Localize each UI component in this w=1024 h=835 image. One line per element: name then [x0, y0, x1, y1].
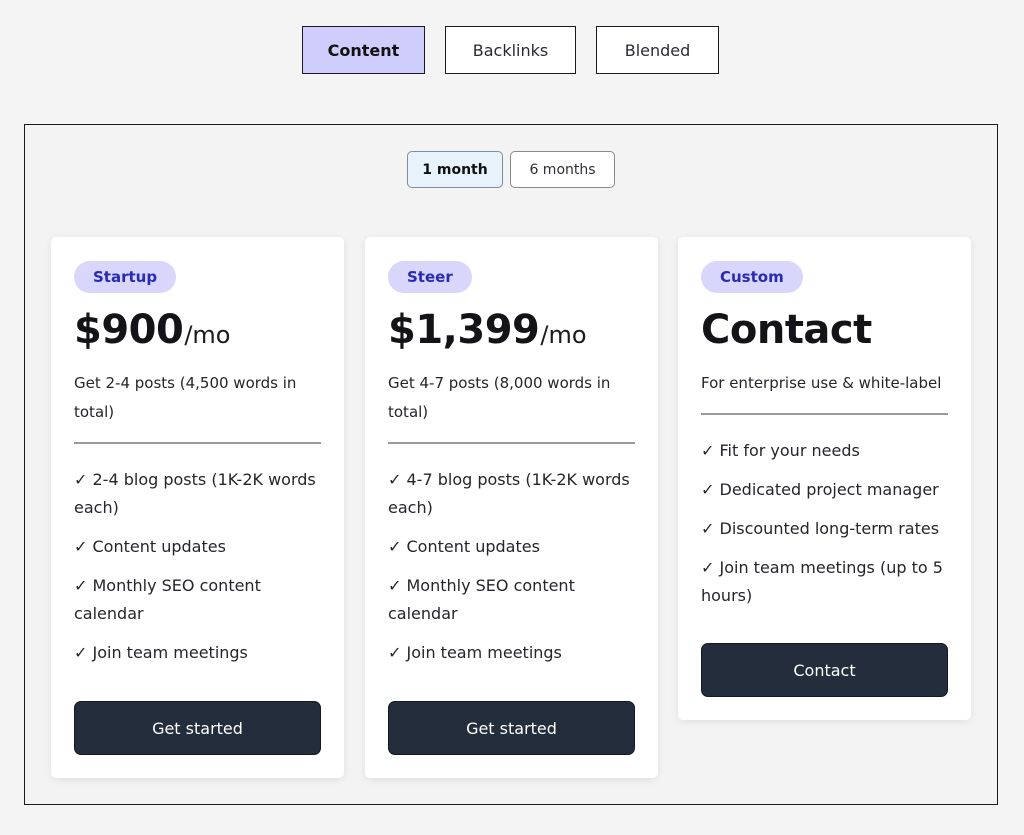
divider [74, 442, 321, 444]
feature-item: ✓ Monthly SEO content calendar [74, 576, 261, 623]
plan-badge: Startup [74, 261, 177, 293]
price-row: $1,399/mo [388, 307, 635, 357]
pricing-panel: 1 month 6 months Startup $900/mo Get 2-4… [24, 124, 998, 805]
plan-price: $900 [74, 307, 184, 353]
price-row: $900/mo [74, 307, 321, 357]
price-period: /mo [184, 321, 231, 349]
feature-item: ✓ Content updates [388, 537, 540, 556]
tab-backlinks[interactable]: Backlinks [445, 26, 576, 74]
feature-item: ✓ Discounted long-term rates [701, 519, 940, 538]
plan-description: Get 2-4 posts (4,500 words in total) [74, 374, 297, 421]
plan-description: For enterprise use & white-label [701, 374, 942, 392]
feature-item: ✓ Join team meetings [74, 643, 248, 662]
feature-list: ✓ 4-7 blog posts (1K-2K words each) ✓ Co… [388, 466, 635, 667]
plan-badge: Steer [388, 261, 472, 293]
plan-badge: Custom [701, 261, 803, 293]
feature-item: ✓ 4-7 blog posts (1K-2K words each) [388, 470, 630, 517]
divider [388, 442, 635, 444]
plan-price: $1,399 [388, 307, 540, 353]
billing-period-toggle: 1 month 6 months [407, 151, 615, 188]
tab-blended[interactable]: Blended [596, 26, 719, 74]
tab-content[interactable]: Content [302, 26, 425, 74]
period-6-months-button[interactable]: 6 months [510, 151, 615, 188]
feature-list: ✓ Fit for your needs ✓ Dedicated project… [701, 437, 948, 610]
feature-item: ✓ Dedicated project manager [701, 480, 939, 499]
feature-item: ✓ 2-4 blog posts (1K-2K words each) [74, 470, 316, 517]
plan-description: Get 4-7 posts (8,000 words in total) [388, 374, 611, 421]
get-started-button[interactable]: Get started [74, 701, 321, 755]
page: Content Backlinks Blended 1 month 6 mont… [0, 0, 1024, 835]
plan-card-custom: Custom Contact For enterprise use & whit… [678, 237, 971, 720]
price-period: /mo [540, 321, 587, 349]
divider [701, 413, 948, 415]
feature-item: ✓ Content updates [74, 537, 226, 556]
plan-card-startup: Startup $900/mo Get 2-4 posts (4,500 wor… [51, 237, 344, 778]
period-1-month-button[interactable]: 1 month [407, 151, 503, 188]
get-started-button[interactable]: Get started [388, 701, 635, 755]
plan-card-steer: Steer $1,399/mo Get 4-7 posts (8,000 wor… [365, 237, 658, 778]
feature-item: ✓ Join team meetings (up to 5 hours) [701, 558, 943, 605]
price-row: Contact [701, 307, 948, 357]
contact-button[interactable]: Contact [701, 643, 948, 697]
feature-item: ✓ Join team meetings [388, 643, 562, 662]
feature-list: ✓ 2-4 blog posts (1K-2K words each) ✓ Co… [74, 466, 321, 667]
feature-item: ✓ Fit for your needs [701, 441, 860, 460]
feature-item: ✓ Monthly SEO content calendar [388, 576, 575, 623]
plan-price: Contact [701, 307, 872, 353]
product-tabs: Content Backlinks Blended [302, 26, 719, 74]
